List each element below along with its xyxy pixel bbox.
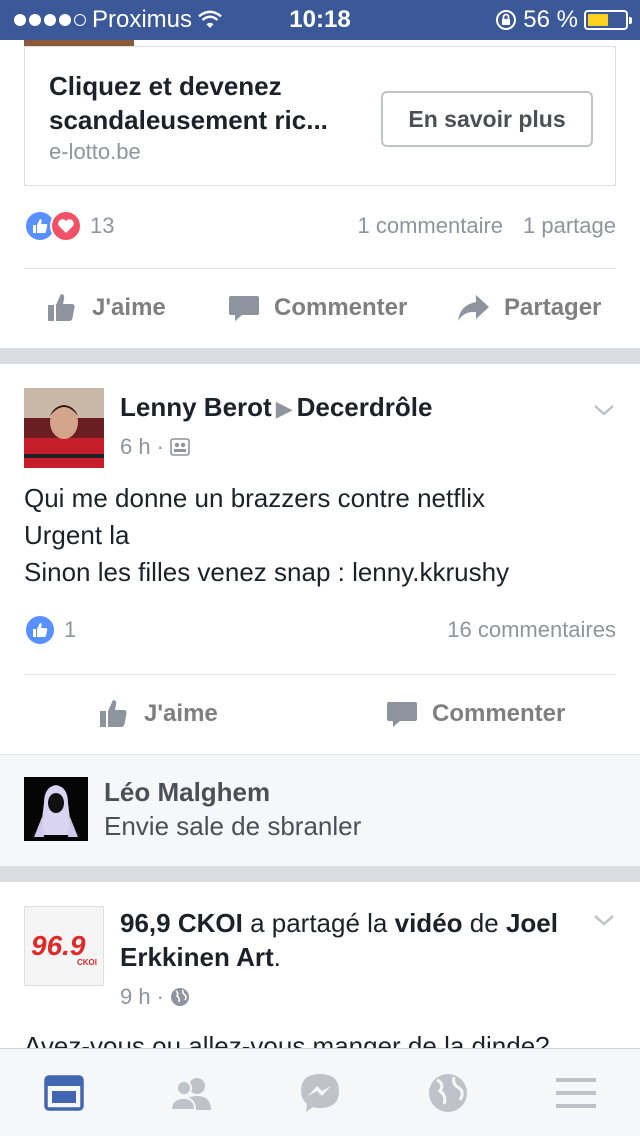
messenger-icon bbox=[301, 1073, 339, 1112]
thumbs-up-icon bbox=[100, 700, 127, 727]
post-time[interactable]: 9 h bbox=[120, 984, 151, 1010]
ad-domain: e-lotto.be bbox=[49, 139, 141, 164]
hamburger-menu-icon bbox=[556, 1077, 596, 1108]
like-button[interactable]: J'aime bbox=[98, 698, 218, 730]
bottom-tab-bar bbox=[0, 1048, 640, 1136]
chevron-down-icon[interactable] bbox=[592, 908, 616, 932]
share-label: Partager bbox=[504, 294, 602, 321]
chevron-down-icon[interactable] bbox=[592, 398, 616, 422]
tab-friend-requests[interactable] bbox=[162, 1063, 222, 1123]
post-verb: a partagé la bbox=[250, 908, 388, 938]
rotation-lock-icon bbox=[496, 10, 517, 30]
feed-post: Lenny Berot ▶ Decerdrôle 6 h · Qui me donn… bbox=[0, 364, 640, 754]
like-button[interactable]: J'aime bbox=[46, 292, 166, 324]
reaction-count[interactable]: 1 bbox=[64, 617, 76, 643]
like-label: J'aime bbox=[144, 700, 218, 727]
tab-news-feed[interactable] bbox=[34, 1063, 94, 1123]
like-label: J'aime bbox=[92, 294, 166, 321]
learn-more-button[interactable]: En savoir plus bbox=[381, 91, 593, 147]
like-reaction-icon bbox=[24, 614, 56, 646]
post-meta: 6 h · bbox=[120, 434, 190, 460]
group-audience-icon bbox=[170, 438, 190, 456]
globe-icon bbox=[429, 1073, 467, 1112]
logo-subtext: CKOI bbox=[77, 958, 97, 967]
post-action-bar: J'aime Commenter bbox=[0, 674, 640, 754]
logo-text: 96.9 bbox=[31, 930, 86, 961]
post-object[interactable]: vidéo bbox=[395, 908, 463, 938]
ad-title-line2: scandaleusement ric... bbox=[49, 105, 328, 135]
post-time[interactable]: 6 h bbox=[120, 434, 151, 460]
comment-button[interactable]: Commenter bbox=[386, 698, 565, 730]
avatar[interactable] bbox=[24, 777, 88, 841]
tab-menu[interactable] bbox=[546, 1063, 606, 1123]
love-reaction-icon bbox=[50, 210, 82, 242]
post-preposition: de bbox=[469, 908, 499, 938]
avatar[interactable] bbox=[24, 388, 104, 468]
post-body: Avez-vous ou allez-vous manger de la din… bbox=[24, 1031, 550, 1048]
sponsored-post: Cliquez et devenez scandaleusement ric..… bbox=[0, 40, 640, 348]
comment-label: Commenter bbox=[274, 294, 408, 321]
post-body: Qui me donne un brazzers contre netflix … bbox=[24, 483, 510, 587]
feed-post: 96.9 CKOI 96,9 CKOI a partagé la vidéo d… bbox=[0, 882, 640, 1048]
share-button[interactable]: Partager bbox=[456, 293, 601, 323]
ad-reactions-row: 13 1 commentaire 1 partage bbox=[24, 206, 616, 246]
friend-status-text: Envie sale de sbranler bbox=[104, 811, 362, 841]
battery-icon bbox=[584, 10, 632, 30]
comment-button[interactable]: Commenter bbox=[228, 292, 407, 324]
news-feed-icon bbox=[44, 1074, 84, 1111]
post-author[interactable]: 96,9 CKOI bbox=[120, 908, 243, 938]
comment-count[interactable]: 16 commentaires bbox=[447, 617, 616, 643]
reaction-count[interactable]: 13 bbox=[90, 213, 114, 239]
ad-title-line1: Cliquez et devenez bbox=[49, 71, 282, 101]
post-author-line[interactable]: Lenny Berot ▶ Decerdrôle bbox=[120, 392, 432, 423]
comment-label: Commenter bbox=[432, 700, 566, 727]
friends-icon bbox=[169, 1077, 211, 1110]
friend-name[interactable]: Léo Malghem bbox=[104, 777, 270, 808]
post-author-line: 96,9 CKOI a partagé la vidéo de Joel Erk… bbox=[120, 906, 580, 974]
ad-title[interactable]: Cliquez et devenez scandaleusement ric..… bbox=[49, 69, 369, 137]
post-author[interactable]: Lenny Berot bbox=[120, 392, 272, 422]
comment-icon bbox=[229, 296, 259, 321]
thumbs-up-icon bbox=[48, 294, 75, 321]
post-meta: 9 h · bbox=[120, 984, 190, 1010]
share-count[interactable]: 1 partage bbox=[523, 213, 616, 239]
ad-action-bar: J'aime Commenter Partager bbox=[0, 268, 640, 348]
arrow-right-icon: ▶ bbox=[275, 396, 293, 421]
comment-icon bbox=[387, 702, 417, 727]
post-source-suffix: . bbox=[273, 942, 281, 972]
tab-messenger[interactable] bbox=[290, 1063, 350, 1123]
battery-percent: 56 % bbox=[523, 6, 578, 33]
status-bar: Proximus 10:18 56 % bbox=[0, 0, 640, 40]
post-reactions-row: 1 16 commentaires bbox=[24, 610, 616, 650]
share-icon bbox=[458, 295, 489, 321]
friend-status-item[interactable]: Léo Malghem Envie sale de sbranler bbox=[0, 754, 640, 866]
globe-icon bbox=[170, 988, 189, 1006]
ad-link-preview[interactable]: Cliquez et devenez scandaleusement ric..… bbox=[24, 46, 616, 186]
comment-count[interactable]: 1 commentaire bbox=[358, 213, 504, 239]
page-logo[interactable]: 96.9 CKOI bbox=[24, 906, 104, 986]
tab-notifications[interactable] bbox=[418, 1063, 478, 1123]
post-group[interactable]: Decerdrôle bbox=[297, 392, 433, 422]
